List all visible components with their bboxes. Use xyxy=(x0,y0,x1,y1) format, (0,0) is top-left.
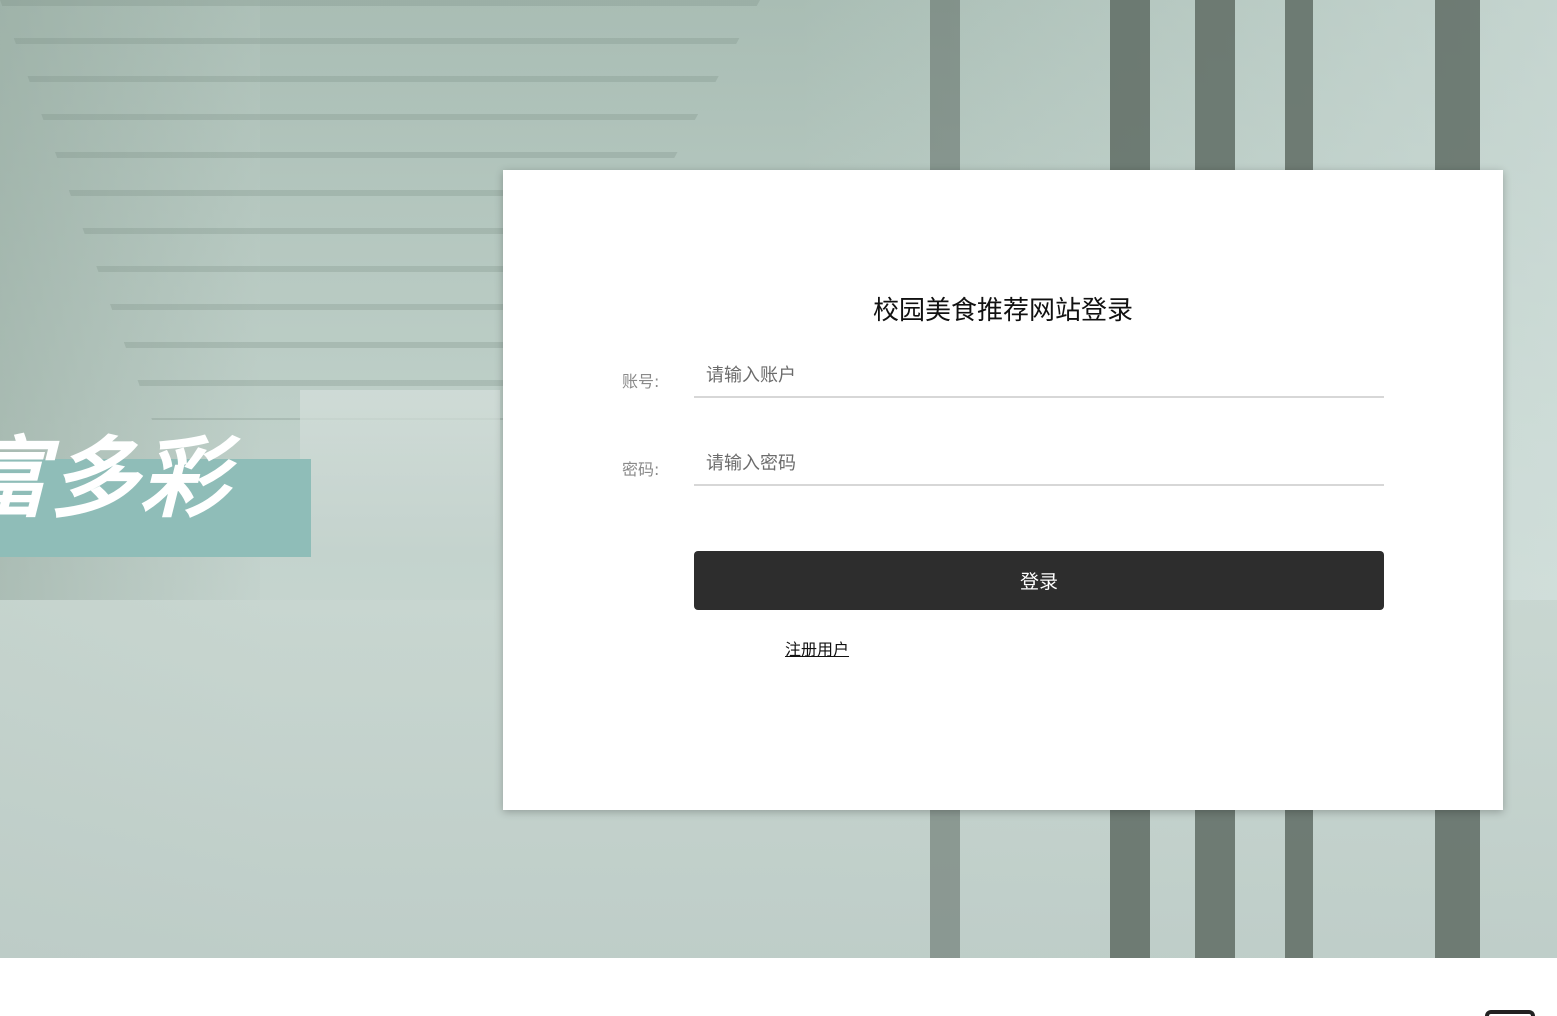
login-title: 校园美食推荐网站登录 xyxy=(872,296,1133,326)
password-input[interactable] xyxy=(694,442,1384,486)
account-label: 账号: xyxy=(622,372,660,391)
register-link[interactable]: 注册用户 xyxy=(785,636,849,660)
password-label: 密码: xyxy=(622,460,660,479)
hero-corridor xyxy=(300,390,500,550)
account-input[interactable] xyxy=(694,354,1384,398)
login-button[interactable]: 登录 xyxy=(694,551,1384,610)
login-card: 校园美食推荐网站登录 账号: 密码: 登录 注册用户 xyxy=(503,170,1503,810)
corner-icon xyxy=(1485,1010,1535,1016)
hero-banner-text: 富多彩 xyxy=(0,427,231,530)
